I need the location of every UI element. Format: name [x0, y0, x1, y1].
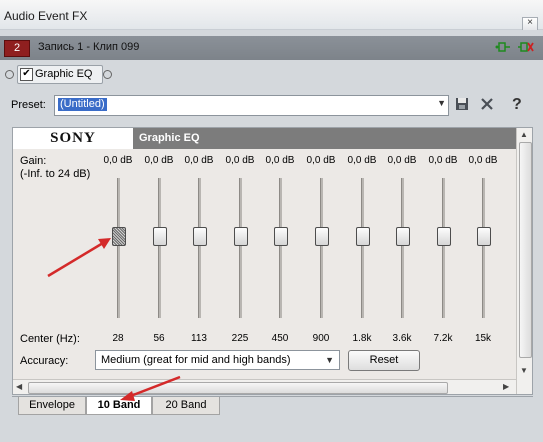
tab-envelope[interactable]: Envelope: [18, 397, 86, 415]
track-name: Запись 1 - Клип 099: [38, 41, 140, 53]
sony-logo: SONY: [13, 128, 135, 149]
band-slider-thumb[interactable]: [234, 227, 248, 246]
save-icon[interactable]: [455, 97, 469, 114]
fx-enabled-checkbox[interactable]: ✔: [20, 68, 33, 81]
band-gain-value: 0,0 dB: [468, 155, 498, 166]
band-slider-track[interactable]: [198, 178, 201, 318]
band-center-frequency: 28: [112, 333, 124, 344]
accuracy-value: Medium (great for mid and high bands): [101, 354, 291, 366]
plugin-chain-icon[interactable]: [495, 41, 511, 55]
band-gain-value: 0,0 dB: [306, 155, 336, 166]
band-center-frequency: 7.2k: [433, 333, 453, 344]
title-bar: Audio Event FX ×: [0, 0, 543, 31]
dropdown-arrow-icon[interactable]: ▼: [325, 355, 334, 365]
band-slider-track[interactable]: [117, 178, 120, 318]
band-slider-thumb[interactable]: [437, 227, 451, 246]
scroll-up-icon[interactable]: ▲: [520, 130, 528, 139]
band-slider-track[interactable]: [361, 178, 364, 318]
gain-label: Gain: (-Inf. to 24 dB): [20, 155, 91, 180]
band-slider-track[interactable]: [482, 178, 485, 318]
band-slider-thumb[interactable]: [193, 227, 207, 246]
band-slider-track[interactable]: [279, 178, 282, 318]
band-center-frequency: 1.8k: [352, 333, 372, 344]
band-slider-track[interactable]: [442, 178, 445, 318]
accuracy-label: Accuracy:: [20, 355, 69, 367]
chain-output-node: [103, 70, 112, 79]
fx-tab-graphic-eq[interactable]: ✔ Graphic EQ: [17, 65, 103, 84]
track-number-badge: 2: [4, 40, 30, 57]
band-gain-value: 0,0 dB: [265, 155, 295, 166]
chain-input-node: [5, 70, 14, 79]
preset-dropdown[interactable]: (Untitled) ▼: [54, 95, 449, 116]
band-gain-value: 0,0 dB: [144, 155, 174, 166]
horizontal-scroll-thumb[interactable]: [28, 382, 448, 394]
band-slider-track[interactable]: [239, 178, 242, 318]
band-center-frequency: 225: [231, 333, 249, 344]
scroll-right-icon[interactable]: ▶: [503, 382, 509, 391]
dropdown-arrow-icon[interactable]: ▼: [437, 98, 446, 108]
preset-value[interactable]: (Untitled): [58, 98, 107, 111]
band-center-frequency: 113: [191, 333, 207, 344]
reset-button[interactable]: Reset: [348, 350, 420, 371]
band-gain-value: 0,0 dB: [347, 155, 377, 166]
band-gain-value: 0,0 dB: [103, 155, 133, 166]
vertical-scrollbar[interactable]: ▲ ▼: [516, 128, 532, 394]
band-slider-thumb[interactable]: [315, 227, 329, 246]
scroll-left-icon[interactable]: ◀: [16, 382, 22, 391]
window-title: Audio Event FX: [4, 9, 88, 23]
band-slider-thumb[interactable]: [274, 227, 288, 246]
band-slider-thumb[interactable]: [396, 227, 410, 246]
delete-icon[interactable]: [480, 97, 494, 114]
remove-plugin-icon[interactable]: [518, 41, 534, 55]
close-button[interactable]: ×: [522, 17, 538, 31]
band-slider-thumb[interactable]: [477, 227, 491, 246]
tab-20-band[interactable]: 20 Band: [152, 397, 220, 415]
tab-10-band[interactable]: 10 Band: [86, 397, 152, 415]
band-center-frequency: 15k: [474, 333, 492, 344]
band-slider-thumb[interactable]: [112, 227, 126, 246]
band-gain-value: 0,0 dB: [387, 155, 417, 166]
center-frequency-label: Center (Hz):: [20, 333, 80, 345]
horizontal-scrollbar[interactable]: ◀ ▶: [13, 379, 516, 394]
help-icon[interactable]: ?: [512, 97, 522, 113]
band-gain-value: 0,0 dB: [428, 155, 458, 166]
preset-label: Preset:: [11, 99, 46, 111]
band-slider-track[interactable]: [158, 178, 161, 318]
accuracy-dropdown[interactable]: Medium (great for mid and high bands) ▼: [95, 350, 340, 370]
band-slider-track[interactable]: [401, 178, 404, 318]
fx-chain-row: ✔ Graphic EQ: [0, 60, 543, 84]
plugin-header: SONY Graphic EQ: [13, 128, 516, 149]
band-slider-track[interactable]: [320, 178, 323, 318]
vertical-scroll-thumb[interactable]: [519, 142, 532, 358]
plugin-chain-bar: 2 Запись 1 - Клип 099: [0, 36, 543, 60]
band-center-frequency: 900: [312, 333, 330, 344]
band-center-frequency: 56: [153, 333, 165, 344]
scroll-down-icon[interactable]: ▼: [520, 366, 528, 375]
band-slider-thumb[interactable]: [356, 227, 370, 246]
fx-tab-label: Graphic EQ: [35, 68, 93, 80]
band-gain-value: 0,0 dB: [225, 155, 255, 166]
band-center-frequency: 3.6k: [392, 333, 412, 344]
band-center-frequency: 450: [271, 333, 289, 344]
band-gain-value: 0,0 dB: [184, 155, 214, 166]
plugin-title: Graphic EQ: [139, 132, 200, 144]
tab-strip: Envelope 10 Band 20 Band: [12, 396, 533, 415]
band-slider-thumb[interactable]: [153, 227, 167, 246]
